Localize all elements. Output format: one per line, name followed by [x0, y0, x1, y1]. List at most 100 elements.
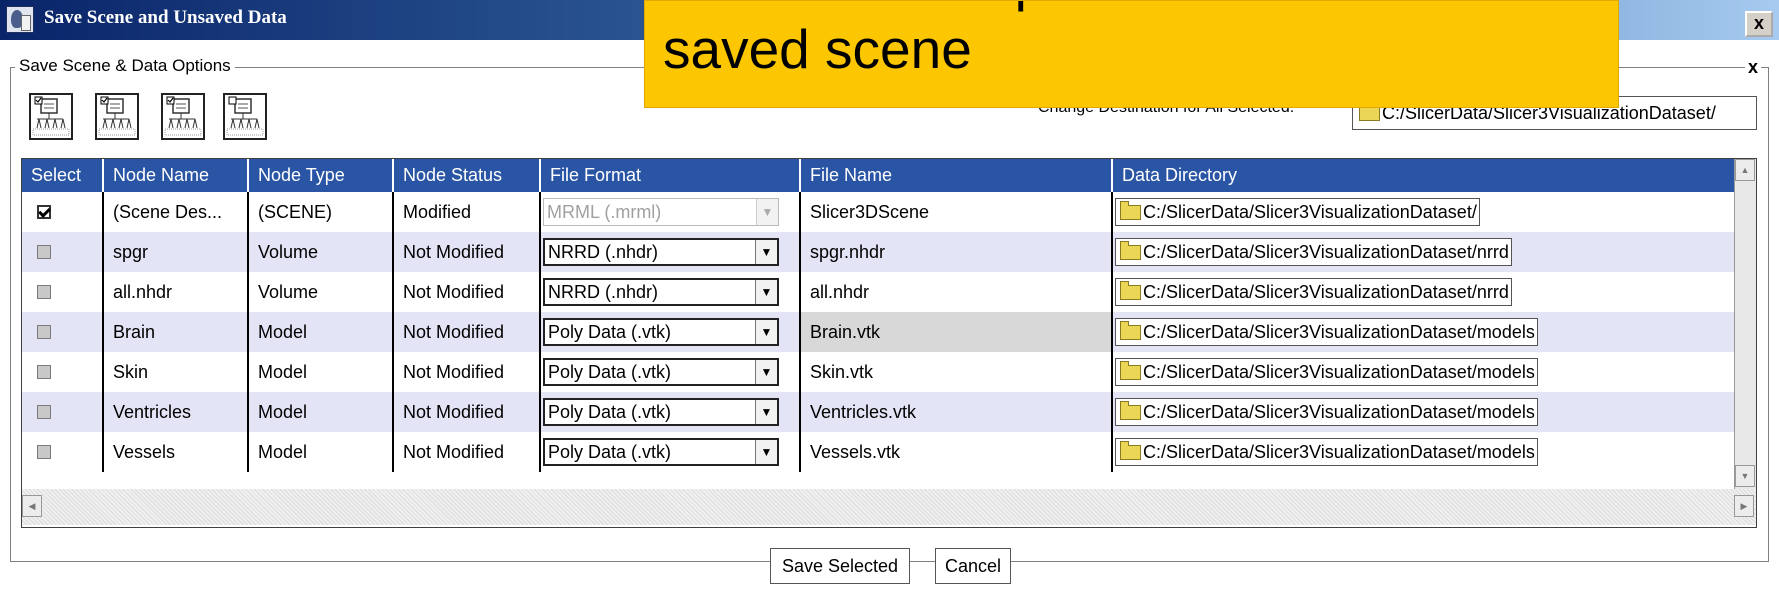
file-format-select[interactable]: Poly Data (.vtk) ▼: [543, 358, 779, 386]
table-row: (Scene Des... (SCENE) Modified MRML (.mrml)…: [22, 192, 1734, 232]
data-directory-button[interactable]: C:/SlicerData/Slicer3VisualizationDatase…: [1115, 398, 1538, 426]
horizontal-scrollbar[interactable]: ◀ ▶: [22, 489, 1756, 525]
select-scene-button[interactable]: [161, 93, 205, 140]
data-directory-button[interactable]: C:/SlicerData/Slicer3VisualizationDatase…: [1115, 198, 1480, 226]
column-header-select[interactable]: Select: [22, 159, 104, 192]
node-status: Not Modified: [403, 321, 505, 342]
scroll-down-icon[interactable]: ▼: [1735, 465, 1755, 487]
node-status: Not Modified: [403, 361, 505, 382]
file-name-cell[interactable]: Skin.vtk: [801, 352, 1113, 392]
data-directory-button[interactable]: C:/SlicerData/Slicer3VisualizationDatase…: [1115, 278, 1512, 306]
scroll-right-icon[interactable]: ▶: [1734, 495, 1754, 517]
node-type: Volume: [258, 281, 319, 302]
column-header-file-format[interactable]: File Format: [541, 159, 801, 192]
file-format-cell: Poly Data (.vtk) ▼: [541, 312, 801, 352]
node-status: Not Modified: [403, 401, 505, 422]
data-directory-path: C:/SlicerData/Slicer3VisualizationDatase…: [1143, 441, 1535, 462]
node-type: Model: [258, 441, 308, 462]
file-format-select[interactable]: NRRD (.nhdr) ▼: [543, 278, 779, 306]
select-checkbox[interactable]: [37, 205, 51, 219]
file-name: Vessels.vtk: [810, 441, 901, 462]
column-header-node-status[interactable]: Node Status: [394, 159, 541, 192]
select-scene-icon: [163, 96, 203, 142]
file-name-cell[interactable]: Slicer3DScene: [801, 192, 1113, 232]
file-name: Ventricles.vtk: [810, 401, 917, 422]
chevron-down-icon[interactable]: ▼: [755, 240, 777, 264]
table-row: Vessels Model Not Modified Poly Data (.vtk)…: [22, 432, 1734, 472]
data-directory-cell: C:/SlicerData/Slicer3VisualizationDatase…: [1113, 192, 1734, 232]
file-format-value: MRML (.mrml): [547, 201, 662, 222]
table-header: Select Node Name Node Type Node Status File …: [22, 159, 1734, 192]
file-name-cell[interactable]: Brain.vtk: [801, 312, 1113, 352]
data-directory-button[interactable]: C:/SlicerData/Slicer3VisualizationDatase…: [1115, 318, 1538, 346]
column-header-file-name[interactable]: File Name: [801, 159, 1113, 192]
file-format-value: NRRD (.nhdr): [548, 241, 659, 262]
slicer-app-icon: [6, 6, 34, 33]
node-name: Ventricles: [113, 401, 192, 422]
annotation-text: two scene snapshots in the saved scene: [663, 1, 1326, 80]
select-checkbox[interactable]: [37, 445, 51, 459]
select-checkbox[interactable]: [37, 245, 51, 259]
file-format-select[interactable]: NRRD (.nhdr) ▼: [543, 238, 779, 266]
node-status: Modified: [403, 201, 472, 222]
folder-icon: [1120, 240, 1141, 260]
file-name-cell[interactable]: Vessels.vtk: [801, 432, 1113, 472]
file-name-cell[interactable]: spgr.nhdr: [801, 232, 1113, 272]
node-type-cell: Model: [249, 312, 394, 352]
file-format-cell: Poly Data (.vtk) ▼: [541, 392, 801, 432]
chevron-down-icon[interactable]: ▼: [755, 320, 777, 344]
select-all-button[interactable]: [29, 93, 73, 140]
column-header-data-directory[interactable]: Data Directory: [1113, 159, 1734, 192]
file-format-select[interactable]: Poly Data (.vtk) ▼: [543, 318, 779, 346]
data-directory-button[interactable]: C:/SlicerData/Slicer3VisualizationDatase…: [1115, 358, 1538, 386]
group-close-icon[interactable]: x: [1745, 57, 1762, 78]
window-close-button[interactable]: x: [1745, 11, 1773, 37]
vertical-scrollbar[interactable]: ▲ ▼: [1734, 159, 1756, 489]
table-body: (Scene Des... (SCENE) Modified MRML (.mrml)…: [22, 192, 1734, 472]
select-checkbox[interactable]: [37, 365, 51, 379]
chevron-down-icon[interactable]: ▼: [755, 400, 777, 424]
node-name-cell: Skin: [104, 352, 249, 392]
node-status-cell: Not Modified: [394, 312, 541, 352]
chevron-down-icon: ▼: [756, 199, 778, 225]
folder-icon: [1120, 320, 1141, 340]
folder-icon: [1120, 400, 1141, 420]
node-type: Model: [258, 401, 308, 422]
file-format-cell: MRML (.mrml) ▼: [541, 192, 801, 232]
scroll-left-icon[interactable]: ◀: [22, 495, 42, 517]
file-format-select[interactable]: Poly Data (.vtk) ▼: [543, 438, 779, 466]
file-format-cell: Poly Data (.vtk) ▼: [541, 352, 801, 392]
data-directory-button[interactable]: C:/SlicerData/Slicer3VisualizationDatase…: [1115, 438, 1538, 466]
select-cell: [22, 432, 104, 472]
save-selected-button[interactable]: Save Selected: [770, 548, 910, 584]
column-header-node-name[interactable]: Node Name: [104, 159, 249, 192]
select-none-button[interactable]: [223, 93, 267, 140]
select-modified-icon: [97, 96, 137, 142]
file-format-value: NRRD (.nhdr): [548, 281, 659, 302]
file-format-value: Poly Data (.vtk): [548, 401, 672, 422]
node-status-cell: Not Modified: [394, 392, 541, 432]
file-format-select: MRML (.mrml) ▼: [543, 198, 779, 226]
data-directory-button[interactable]: C:/SlicerData/Slicer3VisualizationDatase…: [1115, 238, 1512, 266]
node-type-cell: Model: [249, 392, 394, 432]
file-format-cell: NRRD (.nhdr) ▼: [541, 272, 801, 312]
column-header-node-type[interactable]: Node Type: [249, 159, 394, 192]
chevron-down-icon[interactable]: ▼: [755, 360, 777, 384]
file-name-cell[interactable]: all.nhdr: [801, 272, 1113, 312]
select-checkbox[interactable]: [37, 325, 51, 339]
file-name-cell[interactable]: Ventricles.vtk: [801, 392, 1113, 432]
select-modified-button[interactable]: [95, 93, 139, 140]
select-checkbox[interactable]: [37, 405, 51, 419]
select-cell: [22, 352, 104, 392]
chevron-down-icon[interactable]: ▼: [755, 280, 777, 304]
select-cell: [22, 272, 104, 312]
scroll-up-icon[interactable]: ▲: [1735, 159, 1755, 181]
table-row: Skin Model Not Modified Poly Data (.vtk) ▼ Sk…: [22, 352, 1734, 392]
cancel-button[interactable]: Cancel: [935, 548, 1011, 584]
chevron-down-icon[interactable]: ▼: [755, 440, 777, 464]
file-name: Brain.vtk: [810, 321, 881, 342]
file-format-select[interactable]: Poly Data (.vtk) ▼: [543, 398, 779, 426]
file-name: Slicer3DScene: [810, 201, 930, 222]
select-checkbox[interactable]: [37, 285, 51, 299]
select-all-icon: [31, 96, 71, 142]
